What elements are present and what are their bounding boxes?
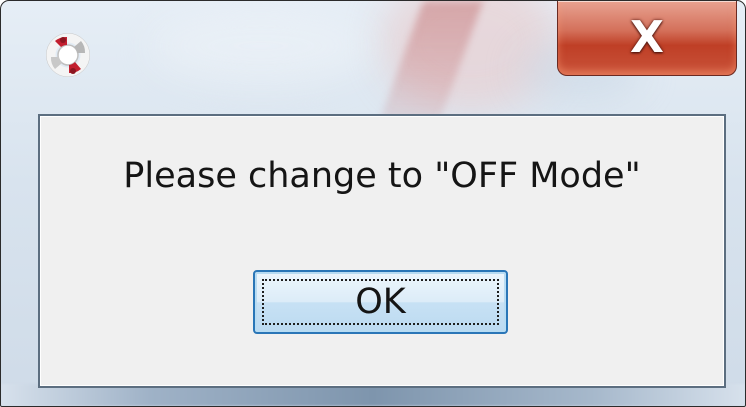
glass-background: [151, 11, 371, 81]
dialog-content: Please change to "OFF Mode" OK: [38, 114, 726, 388]
ok-button-label: OK: [355, 281, 406, 322]
close-icon: X: [630, 12, 664, 63]
lifebuoy-icon[interactable]: [41, 27, 95, 83]
close-button[interactable]: X: [557, 1, 737, 76]
ok-button[interactable]: OK: [253, 270, 508, 334]
dialog-message: Please change to "OFF Mode": [123, 156, 641, 196]
dialog-window: X Please change to "OFF Mode" OK: [0, 0, 746, 407]
